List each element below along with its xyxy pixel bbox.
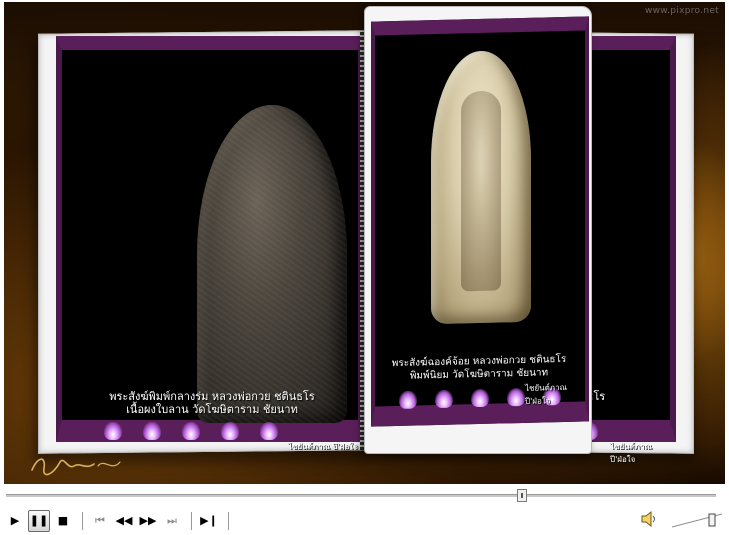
volume-slider[interactable] (672, 512, 722, 528)
stop-button[interactable]: ■ (52, 510, 74, 532)
signature-logo (31, 458, 121, 476)
amulet-photo-right (431, 49, 531, 325)
step-frame-button[interactable]: ▶❙ (198, 510, 220, 532)
flame-ornament (182, 422, 200, 440)
flame-ornament (221, 422, 239, 440)
flame-ornament (435, 389, 453, 409)
flame-ornament (399, 390, 417, 409)
speaker-icon[interactable] (640, 510, 660, 528)
video-stage[interactable]: www.pixpro.net พระสังฆ์พิมพ์กลางร่ม หลวง… (4, 2, 725, 484)
album-turning-page: พระสังฆ์ฉองค์จ้อย หลวงพ่อกวย ชตินธโร พิม… (364, 6, 592, 454)
right-photo-frame: พระสังฆ์ฉองค์จ้อย หลวงพ่อกวย ชตินธโร พิม… (371, 16, 589, 427)
previous-button[interactable]: ⏮ (89, 510, 111, 532)
toolbar-separator (82, 511, 83, 530)
left-photo-frame: พระสังฆ์พิมพ์กลางร่ม หลวงพ่อกวย ชตินธโร … (56, 36, 364, 451)
flame-ornament (507, 387, 525, 407)
right-credit: ไชยันต์ภาณ ปี'ฝ่อใจ (525, 382, 567, 406)
back-credit: ไชยันต์ภาณ ปี'ฝ่อใจ (610, 442, 652, 464)
left-caption-line2: เนื้อผงใบลาน วัดโฆษิตาราม ชัยนาท (126, 403, 298, 416)
toolbar-separator (228, 511, 229, 530)
left-credit: ไชยันต์ภาณ ปี'ฝ่อใจ (288, 442, 358, 451)
amulet-figure-relief (461, 90, 501, 292)
left-caption-line1: พระสังฆ์พิมพ์กลางร่ม หลวงพ่อกวย ชตินธโร (109, 390, 315, 403)
next-button[interactable]: ⏭ (161, 510, 183, 532)
seek-bar[interactable] (6, 489, 716, 502)
play-button[interactable]: ▶ (4, 510, 26, 532)
toolbar-separator (191, 511, 192, 530)
flame-ornament (260, 422, 278, 440)
flame-ornament (143, 422, 161, 440)
right-caption: พระสังฆ์ฉองค์จ้อย หลวงพ่อกวย ชตินธโร พิม… (379, 353, 579, 384)
player-toolbar: ▶ ❚❚ ■ ⏮ ◀◀ ▶▶ ⏭ ▶❙ (0, 506, 729, 535)
pause-button[interactable]: ❚❚ (28, 509, 50, 532)
amulet-photo-left (197, 105, 347, 423)
flame-ornament (471, 388, 489, 408)
seek-thumb[interactable] (517, 489, 527, 502)
watermark: www.pixpro.net (644, 6, 719, 16)
left-caption: พระสังฆ์พิมพ์กลางร่ม หลวงพ่อกวย ชตินธโร … (72, 390, 352, 416)
rewind-button[interactable]: ◀◀ (113, 510, 135, 532)
fast-forward-button[interactable]: ▶▶ (137, 510, 159, 532)
left-flame-row (104, 422, 278, 440)
volume-thumb[interactable] (708, 513, 716, 527)
flame-ornament (104, 422, 122, 440)
